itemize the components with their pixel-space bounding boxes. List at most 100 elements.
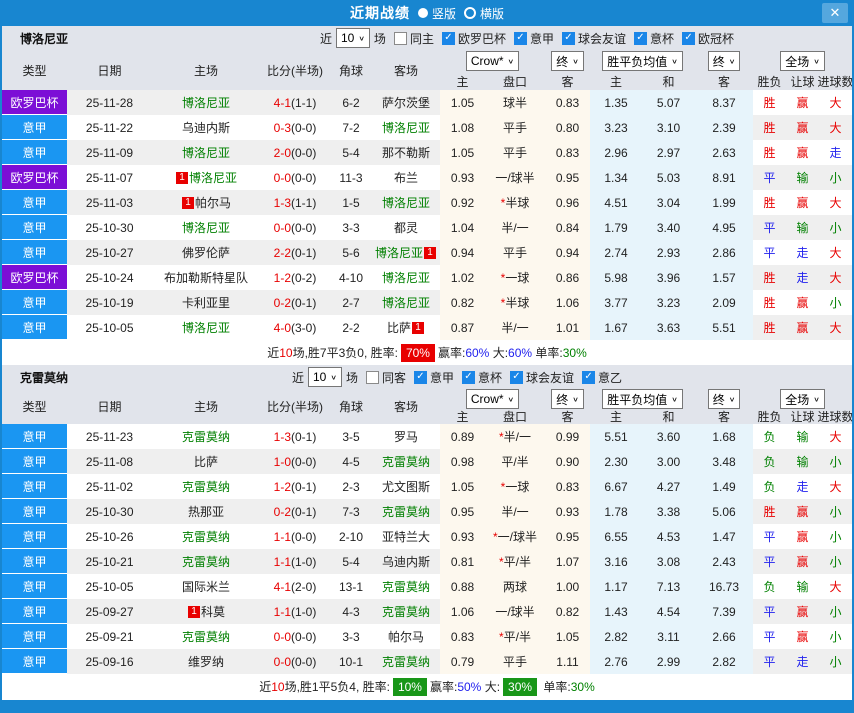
league-filter-checkbox[interactable]: ✓ (441, 31, 455, 45)
final-select-value: 终 (556, 392, 569, 407)
league-badge: 意甲 (2, 524, 67, 549)
match-date: 25-11-07 (67, 165, 152, 190)
league-filter-checkbox[interactable]: ✓ (582, 370, 596, 384)
result-handicap: 赢 (786, 290, 819, 315)
final-select-2[interactable]: 终 ∨ (707, 51, 741, 71)
avg-home-odds: 1.79 (590, 215, 642, 240)
league-filter-checkbox[interactable]: ✓ (513, 31, 527, 45)
home-team-cell: 克雷莫纳 (152, 424, 260, 449)
recent-count-select[interactable]: 10 ∨ (335, 28, 370, 48)
score-cell: 1-1 (0-0) (260, 524, 330, 549)
same-venue-checkbox[interactable] (393, 31, 407, 45)
home-team-cell: 克雷莫纳 (152, 524, 260, 549)
column-header: 主场 (193, 400, 218, 414)
fulltime-score: 0-0 (273, 629, 291, 644)
league-filter-checkbox[interactable]: ✓ (510, 370, 523, 384)
halftime-score: (2-0) (291, 579, 317, 594)
games-label: 场 (373, 31, 386, 46)
result-handicap: 赢 (786, 190, 819, 215)
league-filter-label: 意甲 (429, 370, 454, 385)
summary-segment: 30% (570, 679, 595, 694)
odds-away: 0.95 (545, 524, 590, 549)
away-team-cell: 都灵 (372, 215, 440, 240)
near-label: 近 (291, 370, 304, 385)
league-badge: 欧罗巴杯 (2, 90, 67, 115)
league-filter-checkbox[interactable]: ✓ (413, 370, 427, 384)
league-badge: 欧罗巴杯 (2, 165, 67, 190)
column-subheader: 盘口 (502, 74, 527, 89)
handicap-cell: 球半 (485, 90, 545, 115)
corner-score: 5-6 (330, 240, 372, 265)
league-badge: 意甲 (2, 215, 67, 240)
avg-draw-odds: 3.60 (642, 424, 695, 449)
avg-draw-odds: 3.23 (642, 290, 695, 315)
summary-segment: 赢率: (429, 680, 458, 694)
home-team-cell: 国际米兰 (152, 574, 260, 599)
league-filter-checkbox[interactable]: ✓ (634, 31, 647, 45)
result-outcome: 平 (753, 624, 786, 649)
scope-select[interactable]: 全场 ∨ (780, 51, 825, 71)
odds-away: 0.94 (545, 240, 590, 265)
home-team: 卡利亚里 (181, 296, 230, 310)
halftime-score: (0-1) (291, 504, 317, 519)
league-filter-checkbox[interactable]: ✓ (561, 31, 575, 45)
result-outcome: 胜 (753, 499, 786, 524)
same-venue-checkbox[interactable] (365, 370, 379, 384)
result-outcome: 负 (753, 449, 786, 474)
final-select[interactable]: 终 ∨ (551, 51, 584, 71)
home-team: 克雷莫纳 (181, 430, 230, 444)
away-team-cell: 帕尔马 (372, 624, 440, 649)
red-card-badge: 1 (187, 605, 200, 618)
avg-away-odds: 8.37 (695, 90, 753, 115)
fulltime-score: 1-0 (273, 454, 291, 469)
halftime-score: (1-0) (291, 554, 317, 569)
avg-away-odds: 2.66 (695, 624, 753, 649)
handicap-cell: * 一球 (485, 265, 545, 290)
league-filter-checkbox[interactable]: ✓ (461, 370, 475, 384)
handicap: 球半 (502, 96, 527, 110)
scope-select[interactable]: 全场 ∨ (780, 389, 825, 409)
result-outcome: 平 (753, 599, 786, 624)
match-date: 25-09-21 (67, 624, 152, 649)
final-select-2[interactable]: 终 ∨ (707, 389, 741, 409)
away-team-cell: 博洛尼亚 (372, 190, 440, 215)
result-outcome: 胜 (753, 90, 786, 115)
layout-vertical-option[interactable]: 竖版 (417, 5, 456, 22)
handicap-cell: 平/半 (485, 449, 545, 474)
odds-away: 1.05 (545, 624, 590, 649)
score-cell: 1-3 (1-1) (260, 190, 330, 215)
result-outcome: 负 (753, 424, 786, 449)
recent-count-select[interactable]: 10 ∨ (307, 367, 342, 387)
halftime-score: (0-2) (291, 270, 317, 285)
fulltime-score: 0-0 (273, 170, 291, 185)
handicap-cell: 一/球半 (485, 165, 545, 190)
league-filter-label: 球会友谊 (526, 370, 575, 385)
avg-draw-odds: 4.53 (642, 524, 695, 549)
match-row: 意甲 25-09-27 1 科莫 1-1 (1-0) 4-3 克雷莫纳 1.06 一/球半 0.82… (2, 599, 852, 624)
away-team-cell: 博洛尼亚 (372, 115, 440, 140)
away-team-cell: 博洛尼亚 1 (372, 240, 440, 265)
league-badge: 意甲 (2, 240, 67, 265)
fulltime-score: 4-1 (273, 95, 291, 110)
avg-select[interactable]: 胜平负均值 ∨ (602, 389, 683, 409)
result-goals: 大 (819, 90, 852, 115)
book-select[interactable]: Crow* ∨ (465, 51, 520, 71)
away-team: 布兰 (393, 171, 418, 185)
corner-score: 5-4 (330, 549, 372, 574)
fulltime-score: 0-0 (273, 654, 291, 669)
result-goals: 小 (819, 599, 852, 624)
league-filter-checkbox[interactable]: ✓ (682, 31, 696, 45)
table-header: 类型 日期 主场 比分(半场) 角球 客场 Crow* ∨ 终 ∨ 胜平负均值 ∨ 终 ∨ 全场 ∨ 主盘口客主… (2, 389, 852, 424)
book-select[interactable]: Crow* ∨ (465, 389, 520, 409)
final-select-value: 终 (556, 54, 569, 69)
summary-segment: 近 (259, 680, 272, 694)
avg-draw-odds: 4.27 (642, 474, 695, 499)
final-select[interactable]: 终 ∨ (551, 389, 584, 409)
avg-select[interactable]: 胜平负均值 ∨ (602, 51, 683, 71)
close-button[interactable]: ✕ (822, 3, 848, 23)
league-filter-label: 意杯 (477, 370, 502, 385)
summary-segment: 70% (400, 343, 435, 362)
avg-away-odds: 5.51 (695, 315, 753, 340)
corner-score: 4-10 (330, 265, 372, 290)
layout-horizontal-option[interactable]: 横版 (464, 5, 504, 22)
